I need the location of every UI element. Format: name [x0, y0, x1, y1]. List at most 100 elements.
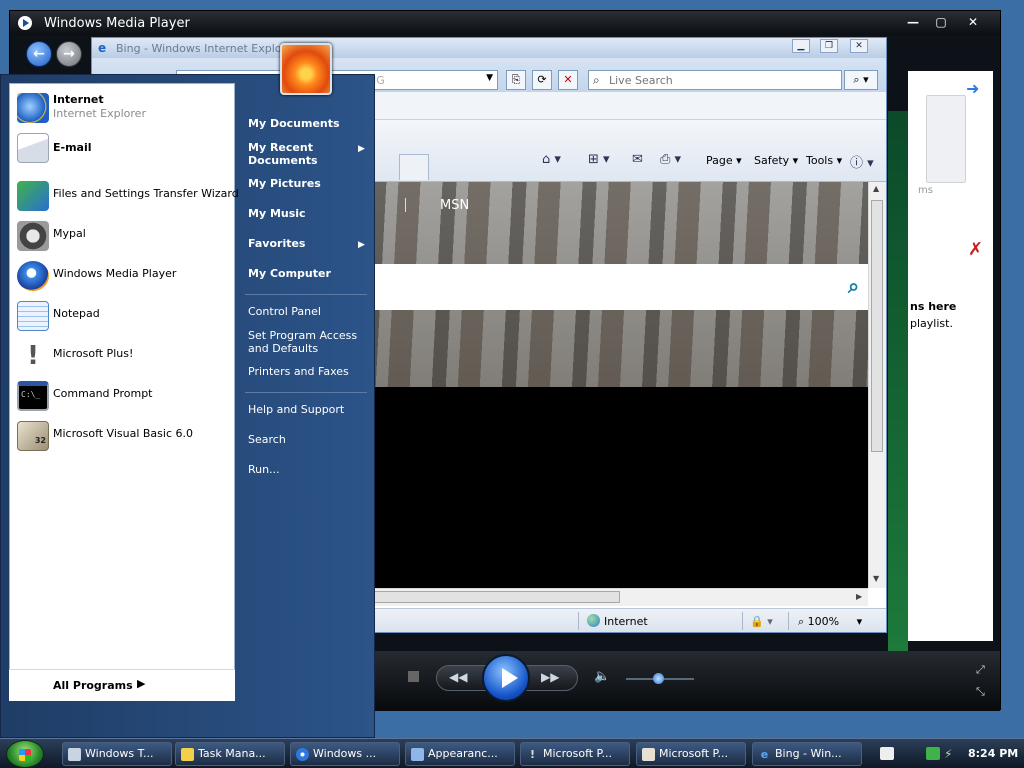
list-pane[interactable]: ➜ ms ✗ ns here playlist.: [908, 71, 993, 641]
windows-orb-icon[interactable]: [6, 740, 44, 768]
taskbar-task[interactable]: Windows T...: [62, 742, 172, 766]
stop-icon[interactable]: ✕: [558, 70, 578, 90]
compatibility-icon[interactable]: ⎘: [506, 70, 526, 90]
search-input[interactable]: [609, 73, 835, 87]
start-place-search[interactable]: Search: [248, 433, 286, 446]
fullscreen-icon[interactable]: ⤡: [976, 685, 985, 699]
clear-list-icon[interactable]: ✗: [968, 239, 983, 260]
clock[interactable]: 8:24 PM: [968, 747, 1018, 760]
start-item-email[interactable]: E-mail: [17, 131, 231, 165]
start-item-microsoft-plus[interactable]: ! Microsoft Plus!: [17, 339, 231, 373]
read-mail-icon[interactable]: ✉: [632, 152, 643, 167]
print-icon[interactable]: ⎙ ▾: [660, 152, 681, 167]
ie-titlebar[interactable]: e Bing - Windows Internet Explorer ▁ ❐ ✕: [92, 38, 886, 58]
protected-mode-icon[interactable]: 🔒 ▾: [750, 615, 773, 628]
new-tab[interactable]: [399, 154, 429, 180]
scroll-down-icon[interactable]: ▼: [873, 574, 879, 583]
start-item-notepad[interactable]: Notepad: [17, 299, 231, 333]
close-button[interactable]: ✕: [960, 14, 986, 31]
start-item-label: Mypal: [53, 227, 86, 240]
maximize-button[interactable]: ▢: [928, 14, 954, 31]
next-icon[interactable]: ▶▶: [541, 670, 559, 684]
status-separator: [742, 612, 743, 630]
start-place-printers-faxes[interactable]: Printers and Faxes: [248, 365, 349, 378]
list-pane-items-label: ms: [918, 185, 933, 196]
taskbar-task-label: Windows ...: [313, 747, 377, 760]
search-icon[interactable]: ⌕: [848, 274, 859, 298]
taskbar-task[interactable]: Windows ...: [290, 742, 400, 766]
taskbar-task[interactable]: e Bing - Win...: [752, 742, 862, 766]
previous-icon[interactable]: ◀◀: [449, 670, 467, 684]
start-place-my-recent-documents[interactable]: My Recent Documents ▶: [248, 141, 365, 167]
taskbar-task[interactable]: Task Mana...: [175, 742, 285, 766]
refresh-icon[interactable]: ⟳: [532, 70, 552, 90]
switch-to-compact-icon[interactable]: ⤢: [976, 663, 985, 677]
start-item-label: Command Prompt: [53, 387, 153, 400]
start-place-help-support[interactable]: Help and Support: [248, 403, 344, 416]
start-place-my-documents[interactable]: My Documents: [248, 117, 340, 130]
home-icon[interactable]: ⌂ ▾: [542, 152, 561, 167]
scroll-thumb[interactable]: [871, 200, 883, 452]
forward-button[interactable]: →: [56, 41, 82, 67]
window-icon: [68, 748, 81, 761]
exclamation-icon: !: [27, 341, 39, 371]
zoom-level[interactable]: ⌕ 100% ▾: [798, 615, 862, 629]
feeds-icon[interactable]: ⊞ ▾: [588, 152, 610, 167]
taskbar-task[interactable]: Appearanc...: [405, 742, 515, 766]
all-programs-button[interactable]: All Programs ▶: [9, 669, 235, 701]
appearance-icon: [411, 748, 424, 761]
ie-restore-button[interactable]: ❐: [820, 39, 838, 53]
start-place-my-music[interactable]: My Music: [248, 207, 306, 220]
arrow-right-icon[interactable]: ➜: [966, 79, 979, 98]
start-item-internet[interactable]: Internet Internet Explorer: [17, 91, 231, 125]
notepad-icon: [17, 301, 49, 331]
taskbar-task[interactable]: ! Microsoft P...: [520, 742, 630, 766]
start-place-label-line2: and Defaults: [248, 342, 319, 355]
start-place-label: Search: [248, 433, 286, 446]
start-place-favorites[interactable]: Favorites ▶: [248, 237, 365, 250]
start-place-program-access[interactable]: Set Program Access and Defaults: [248, 329, 357, 355]
back-button[interactable]: ←: [26, 41, 52, 67]
status-separator: [788, 612, 789, 630]
tools-menu[interactable]: Tools ▾: [806, 154, 842, 167]
msn-link[interactable]: MSN: [440, 198, 469, 213]
start-item-media-player[interactable]: Windows Media Player: [17, 259, 231, 293]
all-programs-label: All Programs: [53, 679, 133, 692]
start-item-visual-basic[interactable]: 32 Microsoft Visual Basic 6.0: [17, 419, 231, 453]
start-item-transfer-wizard[interactable]: Files and Settings Transfer Wizard: [17, 179, 239, 213]
scroll-up-icon[interactable]: ▲: [873, 184, 879, 193]
drag-items-title: ns here: [910, 300, 957, 313]
safely-remove-icon[interactable]: [926, 747, 940, 760]
media-player-titlebar[interactable]: Windows Media Player — ▢ ✕: [10, 11, 1000, 35]
scroll-right-icon[interactable]: ▶: [856, 592, 862, 601]
ie-minimize-button[interactable]: ▁: [792, 39, 810, 53]
media-player-title: Windows Media Player: [44, 16, 190, 31]
minimize-button[interactable]: —: [900, 14, 926, 31]
start-place-label: My Documents: [248, 117, 340, 130]
exclamation-icon: !: [529, 748, 536, 761]
stop-button[interactable]: [408, 671, 419, 682]
keyboard-icon[interactable]: [880, 747, 894, 760]
vertical-scrollbar[interactable]: ▲ ▼: [868, 182, 886, 588]
ie-close-button[interactable]: ✕: [850, 39, 868, 53]
safety-menu[interactable]: Safety ▾: [754, 154, 798, 167]
page-menu[interactable]: Page ▾: [706, 154, 742, 167]
start-place-control-panel[interactable]: Control Panel: [248, 305, 321, 318]
start-place-my-pictures[interactable]: My Pictures: [248, 177, 321, 190]
start-item-mypal[interactable]: Mypal: [17, 219, 231, 253]
start-item-command-prompt[interactable]: C:\_ Command Prompt: [17, 379, 231, 413]
taskbar-task[interactable]: Microsoft P...: [636, 742, 746, 766]
start-menu: Internet Internet Explorer E-mail Files …: [0, 43, 375, 738]
volume-icon[interactable]: 🔈: [594, 669, 610, 684]
start-place-run[interactable]: Run...: [248, 463, 280, 476]
help-icon[interactable]: ⓘ ▾: [850, 152, 874, 171]
start-place-my-computer[interactable]: My Computer: [248, 267, 331, 280]
play-button[interactable]: [482, 654, 530, 702]
search-box[interactable]: ⌕: [588, 70, 842, 90]
user-picture[interactable]: [280, 43, 332, 95]
volume-knob[interactable]: [653, 673, 664, 684]
email-envelope-icon: [17, 133, 49, 163]
chevron-down-icon[interactable]: ▼: [486, 73, 493, 83]
search-go-button[interactable]: ⌕ ▾: [844, 70, 878, 90]
network-icon[interactable]: ⚡: [944, 747, 958, 761]
